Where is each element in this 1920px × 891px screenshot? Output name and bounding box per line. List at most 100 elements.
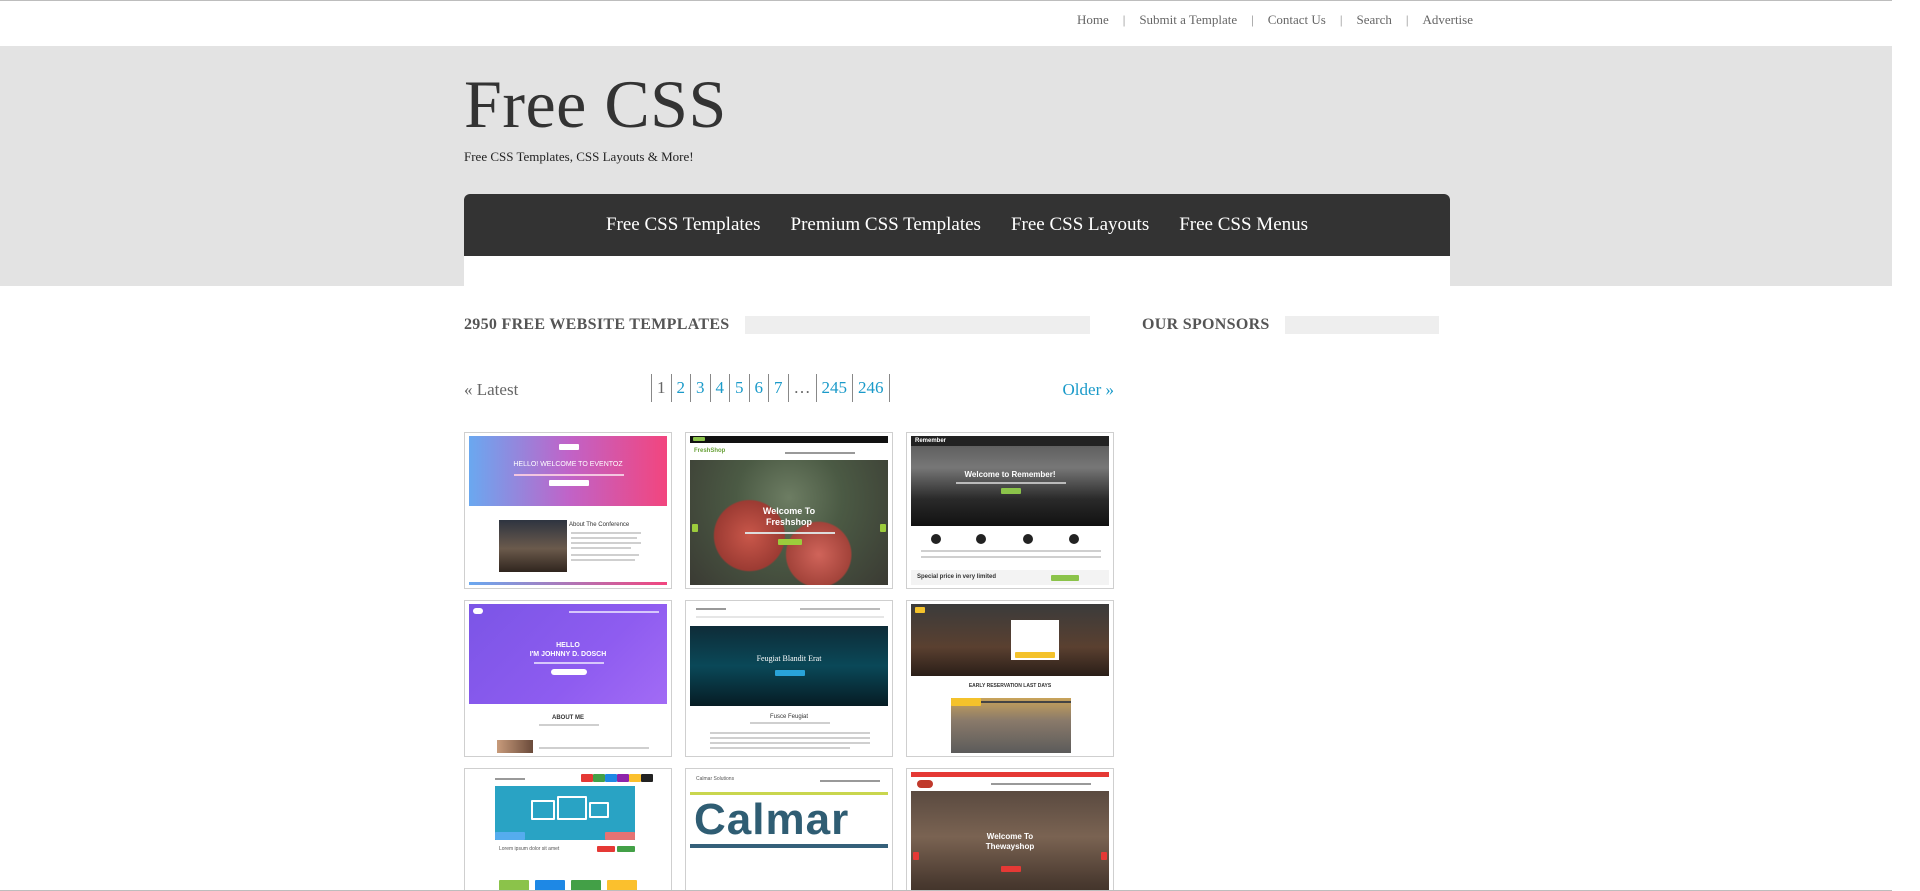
- nav-free-css-templates[interactable]: Free CSS Templates: [591, 214, 776, 236]
- thumb-logo-text: Remember: [915, 438, 947, 444]
- thumb-menu-line: [991, 783, 1091, 785]
- thumb-menu-line: [785, 452, 855, 454]
- thumb-button: [1015, 652, 1055, 658]
- site-title[interactable]: Free CSS: [464, 70, 727, 138]
- thumb-hero-text: Welcome to Remember!: [964, 470, 1056, 479]
- thumb-line: [956, 482, 1066, 484]
- template-card[interactable]: Remember Welcome to Remember! Special pr…: [906, 432, 1114, 589]
- nav-premium-css-templates[interactable]: Premium CSS Templates: [776, 214, 996, 236]
- template-card[interactable]: HELLO I'M JOHNNY D. DOSCH ABOUT ME: [464, 600, 672, 757]
- template-card[interactable]: Welcome To Thewayshop: [906, 768, 1114, 891]
- top-link-search[interactable]: Search: [1342, 12, 1405, 28]
- thumb-device-icon: [589, 802, 609, 818]
- thumb-button: [1001, 866, 1021, 872]
- page-link-4[interactable]: 4: [711, 374, 730, 402]
- thumb-logo: [559, 444, 579, 450]
- thumb-social-bar: [495, 832, 525, 840]
- thumb-hero-photo: [911, 604, 1109, 676]
- page-link-245[interactable]: 245: [817, 374, 853, 402]
- thumb-line: [571, 559, 635, 561]
- thumb-line: [539, 724, 599, 726]
- thumb-logo: [917, 780, 933, 788]
- thumb-line: [750, 722, 830, 724]
- thumb-line: [571, 547, 631, 549]
- thumb-hero-text: Feugiat Blandit Erat: [756, 654, 822, 663]
- nav-under-panel: [464, 256, 1450, 286]
- template-thumbnail: HELLO! WELCOME TO EVENTOZ About The Conf…: [469, 436, 667, 585]
- thumb-line: [571, 554, 639, 556]
- thumb-line: [571, 537, 637, 539]
- thumb-hero-word: Calmar: [694, 795, 850, 844]
- thumb-line: [514, 474, 624, 476]
- thumb-hero-text: Thewayshop: [985, 842, 1035, 851]
- top-link-advertise[interactable]: Advertise: [1408, 12, 1473, 28]
- nav-free-css-menus[interactable]: Free CSS Menus: [1164, 214, 1323, 236]
- thumb-rule: [690, 844, 888, 848]
- page: Home | Submit a Template | Contact Us | …: [0, 0, 1920, 891]
- thumb-device-icon: [557, 796, 587, 820]
- thumb-button: [597, 846, 615, 852]
- nav-free-css-layouts[interactable]: Free CSS Layouts: [996, 214, 1164, 236]
- thumb-line: [710, 737, 870, 739]
- thumb-line: [571, 532, 641, 534]
- thumb-topbar: [690, 436, 888, 443]
- thumb-menu-block: [641, 774, 653, 782]
- main-nav: Free CSS Templates Premium CSS Templates…: [464, 194, 1450, 256]
- thumb-button: [617, 846, 635, 852]
- template-thumbnail: Welcome To Thewayshop: [911, 772, 1109, 891]
- template-thumbnail: EARLY RESERVATION LAST DAYS: [911, 604, 1109, 753]
- page-link-2[interactable]: 2: [672, 374, 691, 402]
- page-link-3[interactable]: 3: [691, 374, 711, 402]
- page-link-6[interactable]: 6: [750, 374, 769, 402]
- sponsors-heading: OUR SPONSORS: [1142, 316, 1439, 334]
- thumb-footer-strip: [469, 582, 667, 585]
- template-card[interactable]: EARLY RESERVATION LAST DAYS: [906, 600, 1114, 757]
- template-card[interactable]: HELLO! WELCOME TO EVENTOZ About The Conf…: [464, 432, 672, 589]
- pagination-latest-link[interactable]: « Latest: [464, 380, 518, 400]
- template-thumbnail: Calmar Solutions Calmar: [690, 772, 888, 891]
- thumb-line: [710, 747, 850, 749]
- heading-rule: [744, 316, 1090, 334]
- template-card[interactable]: FreshShop Welcome To Freshshop: [685, 432, 893, 589]
- thumb-button: [1001, 488, 1021, 494]
- thumb-line: [745, 532, 835, 534]
- thumb-button: [551, 669, 587, 675]
- thumb-button: [778, 539, 802, 545]
- thumb-photo: [497, 740, 533, 753]
- thumb-arrow-left: [692, 524, 698, 532]
- thumb-badge: [693, 437, 705, 441]
- template-card[interactable]: Lorem ipsum dolor sit amet: [464, 768, 672, 891]
- page-link-7[interactable]: 7: [769, 374, 789, 402]
- template-card[interactable]: Feugiat Blandit Erat Fusce Feugiat: [685, 600, 893, 757]
- page-link-246[interactable]: 246: [853, 374, 890, 402]
- site-tagline: Free CSS Templates, CSS Layouts & More!: [464, 149, 694, 164]
- page-current: 1: [652, 374, 672, 402]
- thumb-menu-block: [581, 774, 593, 782]
- top-link-contact[interactable]: Contact Us: [1254, 12, 1340, 28]
- thumb-feature-icon: [1069, 534, 1079, 544]
- page-link-5[interactable]: 5: [730, 374, 750, 402]
- pagination-older-link[interactable]: Older »: [1063, 380, 1114, 400]
- templates-heading: 2950 FREE WEBSITE TEMPLATES: [464, 316, 1090, 334]
- template-thumbnail: Lorem ipsum dolor sit amet: [469, 772, 667, 891]
- thumb-arrow-right: [1101, 852, 1107, 860]
- thumb-line: [710, 742, 870, 744]
- top-link-submit-template[interactable]: Submit a Template: [1125, 12, 1251, 28]
- thumb-arrow-right: [880, 524, 886, 532]
- thumb-section-heading: EARLY RESERVATION LAST DAYS: [968, 683, 1052, 689]
- thumb-hero-text: Freshshop: [765, 517, 812, 527]
- template-thumbnail: Remember Welcome to Remember! Special pr…: [911, 436, 1109, 585]
- thumb-hero-text: Welcome To: [762, 506, 816, 516]
- thumb-line: [534, 662, 604, 664]
- thumb-photo: [499, 520, 567, 572]
- thumb-pricing-photo: [951, 698, 1071, 753]
- thumb-features-heading: Fusce Feugiat: [769, 714, 809, 720]
- thumb-hero-photo: [911, 436, 1109, 526]
- pagination: « Latest 1 2 3 4 5 6 7 … 245 246 Older »: [464, 374, 1114, 404]
- top-link-home[interactable]: Home: [1063, 12, 1123, 28]
- thumb-menu-line: [569, 611, 659, 613]
- template-thumbnail: HELLO I'M JOHNNY D. DOSCH ABOUT ME: [469, 604, 667, 753]
- thumb-button: [549, 480, 589, 486]
- template-card[interactable]: Calmar Solutions Calmar: [685, 768, 893, 891]
- thumb-hero-text: Welcome To: [986, 832, 1034, 841]
